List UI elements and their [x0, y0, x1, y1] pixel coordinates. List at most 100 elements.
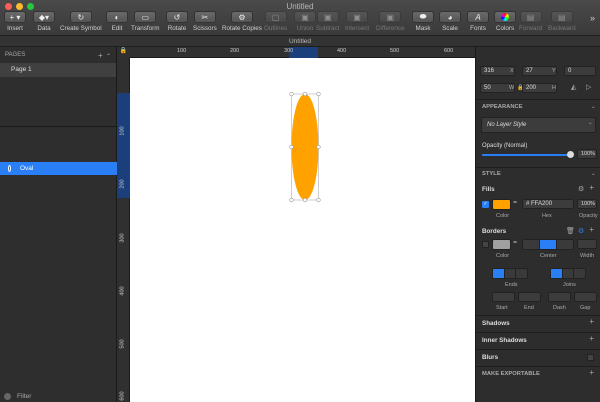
colors-tool[interactable]: Colors: [494, 11, 516, 33]
blur-checkbox[interactable]: [587, 354, 594, 361]
add-export-icon[interactable]: +: [589, 368, 594, 377]
document-tab[interactable]: Untitled: [0, 36, 600, 47]
mask-tool[interactable]: ⬬ Mask: [412, 11, 434, 33]
scissors-icon: ✂: [193, 11, 216, 23]
subtract-tool[interactable]: ▣ Subtract: [316, 11, 339, 33]
color-wheel-icon: [494, 11, 516, 23]
lock-icon[interactable]: 🔒: [117, 47, 130, 58]
subtract-icon: ▣: [316, 11, 339, 23]
border-width-field[interactable]: [577, 239, 597, 249]
resize-handle[interactable]: [316, 197, 321, 203]
filter-bar[interactable]: Filter: [4, 393, 31, 400]
opacity-slider-knob[interactable]: [567, 151, 574, 158]
union-tool[interactable]: ▣ Union: [294, 11, 316, 33]
canvas[interactable]: 100 200 300 400 500 600 100 200 300 400 …: [117, 47, 475, 402]
opacity-field[interactable]: 100%: [577, 149, 597, 159]
resize-handle[interactable]: [289, 144, 294, 150]
gap-field[interactable]: [574, 292, 597, 302]
forward-tool[interactable]: ▤ Forward: [519, 11, 542, 33]
edit-tool[interactable]: ◐ Edit: [106, 11, 128, 33]
symbol-icon: ↻: [69, 11, 92, 23]
transform-tool[interactable]: ▭ Transform: [131, 11, 159, 33]
layer-style-dropdown[interactable]: No Layer Style: [481, 117, 596, 133]
fill-enabled-checkbox[interactable]: ✓: [482, 201, 489, 208]
flip-vertical-icon[interactable]: ▷: [586, 83, 591, 91]
resize-handle[interactable]: [316, 144, 321, 150]
outlines-tool[interactable]: ▢ Outlines: [264, 11, 287, 33]
transform-icon: ▭: [134, 11, 157, 23]
rotate-icon: ↺: [166, 11, 188, 23]
fill-hex-field[interactable]: # FFA200: [522, 199, 574, 209]
resize-handle[interactable]: [302, 91, 308, 97]
collapse-appearance-icon[interactable]: ⌄: [591, 104, 596, 110]
opacity-label: Opacity (Normal): [482, 143, 528, 149]
insert-tool[interactable]: + ▾ Insert: [4, 11, 26, 33]
eyedropper-icon[interactable]: ✒: [513, 200, 518, 206]
mask-icon: ⬬: [412, 11, 434, 23]
data-icon: ◆▾: [33, 11, 55, 23]
forward-icon: ▤: [519, 11, 542, 23]
ends-segment[interactable]: [492, 268, 528, 279]
border-position-segment[interactable]: [522, 239, 574, 250]
vertical-ruler: 100 200 300 400 500 600: [117, 58, 130, 402]
resize-handle[interactable]: [289, 197, 294, 203]
rotate-copies-tool[interactable]: ⚙ Rotate Copies: [222, 11, 262, 33]
gear-icon: ⚙: [230, 11, 253, 23]
add-shadow-icon[interactable]: +: [589, 317, 594, 326]
scissors-tool[interactable]: ✂ Scissors: [193, 11, 217, 33]
add-inner-shadow-icon[interactable]: +: [589, 334, 594, 343]
outlines-icon: ▢: [264, 11, 287, 23]
resize-handle[interactable]: [289, 91, 294, 97]
intersect-tool[interactable]: ▣ Intersect: [345, 11, 369, 33]
collapse-pages-icon[interactable]: ⌃: [106, 54, 111, 60]
dash-field[interactable]: [548, 292, 571, 302]
add-fill-icon[interactable]: +: [589, 183, 594, 192]
fill-color-swatch[interactable]: [492, 199, 511, 210]
fonts-tool[interactable]: A Fonts: [467, 11, 489, 33]
collapse-style-icon[interactable]: ⌄: [591, 171, 596, 177]
opacity-slider[interactable]: [482, 151, 574, 158]
layer-item-oval[interactable]: Oval: [0, 162, 117, 175]
chevron-down-icon: ⌄: [588, 120, 593, 126]
edit-icon: ◐: [106, 11, 128, 23]
page-item[interactable]: Page 1: [0, 63, 116, 77]
add-border-icon[interactable]: +: [589, 225, 594, 234]
insert-icon: + ▾: [4, 11, 26, 23]
difference-tool[interactable]: ▣ Difference: [376, 11, 405, 33]
scale-tool[interactable]: ◕ Scale: [439, 11, 461, 33]
scale-icon: ◕: [439, 11, 461, 23]
selection-overlay[interactable]: [287, 91, 323, 203]
fill-settings-gear-icon[interactable]: ⚙: [578, 185, 584, 193]
joins-segment[interactable]: [550, 268, 586, 279]
data-tool[interactable]: ◆▾ Data: [33, 11, 55, 33]
resize-handle[interactable]: [316, 91, 321, 97]
filter-icon: [4, 393, 11, 400]
window-title: Untitled: [286, 2, 314, 11]
create-symbol-tool[interactable]: ↻ Create Symbol: [60, 11, 102, 33]
add-page-icon[interactable]: +: [98, 51, 103, 60]
flip-horizontal-icon[interactable]: ◭: [571, 83, 576, 91]
intersect-icon: ▣: [346, 11, 369, 23]
oval-icon: [8, 165, 11, 172]
fonts-icon: A: [467, 11, 489, 23]
border-eyedropper-icon[interactable]: ✒: [513, 240, 518, 246]
fill-opacity-field[interactable]: 100%: [577, 199, 597, 209]
layer-list: Oval Filter: [0, 126, 117, 402]
pages-header: PAGES + ⌃: [5, 50, 111, 60]
border-color-swatch[interactable]: [492, 239, 511, 250]
backward-icon: ▤: [550, 11, 573, 23]
border-enabled-checkbox[interactable]: [482, 241, 489, 248]
trash-icon[interactable]: 🗑: [566, 227, 575, 235]
dash-start-field[interactable]: [492, 292, 515, 302]
oval-shape[interactable]: [291, 94, 319, 200]
backward-tool[interactable]: ▤ Backward: [548, 11, 576, 33]
layers-panel: PAGES + ⌃ Page 1 Oval Filter: [0, 47, 117, 402]
inspector-panel: 316 X 27 Y 0 50 W 🔒 200 H ◭ ▷ APPEARANCE…: [475, 47, 600, 402]
dash-end-field[interactable]: [518, 292, 541, 302]
border-settings-gear-icon[interactable]: ⚙: [578, 227, 584, 235]
rotate-tool[interactable]: ↺ Rotate: [166, 11, 188, 33]
overflow-chevron-icon[interactable]: »: [590, 13, 595, 23]
rotation-field[interactable]: 0: [564, 66, 596, 76]
resize-handle[interactable]: [302, 197, 308, 203]
difference-icon: ▣: [379, 11, 402, 23]
